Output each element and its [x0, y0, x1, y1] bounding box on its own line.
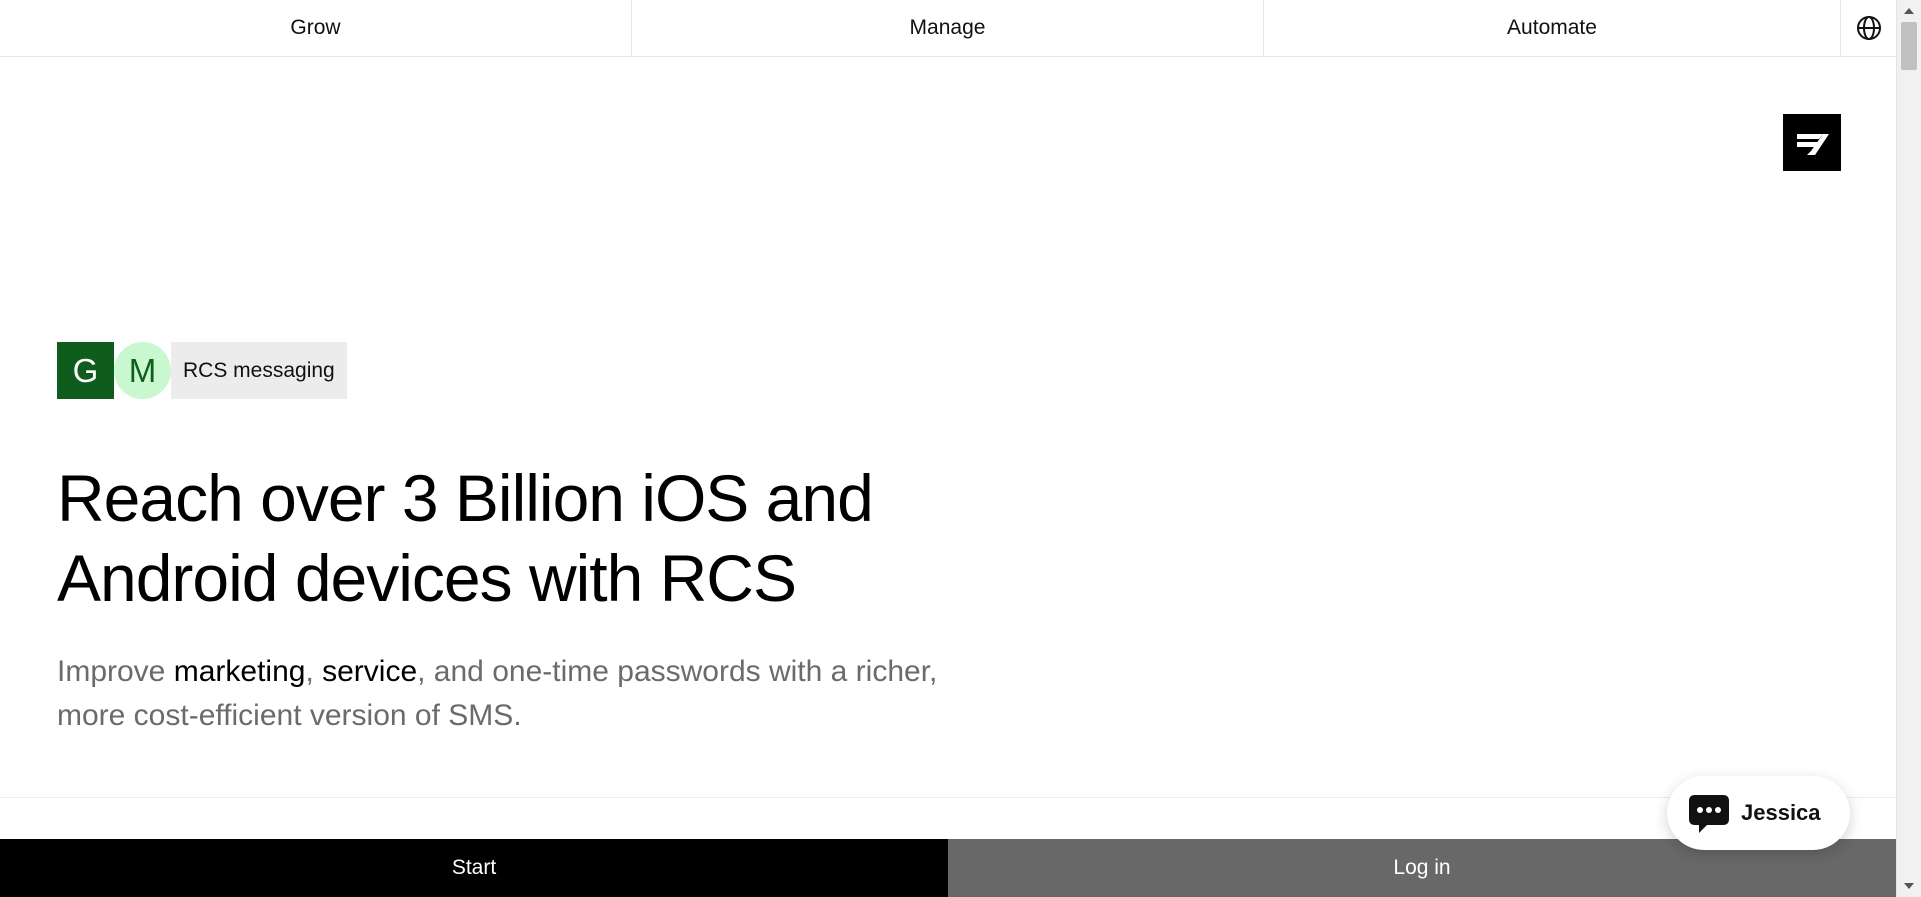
- nav-item-manage[interactable]: Manage: [632, 0, 1264, 56]
- subtitle-line2: more cost-efficient version of SMS.: [57, 699, 522, 732]
- subtitle-part1: Improve: [57, 655, 174, 688]
- brand-logo[interactable]: [1783, 114, 1841, 171]
- chat-widget-button[interactable]: Jessica: [1667, 776, 1850, 850]
- globe-icon: [1856, 16, 1881, 40]
- subtitle-part3: , and one-time passwords with a richer,: [417, 655, 938, 688]
- product-badges: G M RCS messaging: [57, 342, 347, 399]
- subtitle-part2: ,: [305, 655, 323, 688]
- chat-bubble-icon: [1689, 795, 1729, 833]
- subtitle-service: service: [322, 655, 418, 688]
- section-divider: [0, 797, 1896, 798]
- hero-subtitle: Improve marketing, service, and one-time…: [57, 650, 1057, 738]
- page: Grow Manage Automate G M RCS messaging R…: [0, 0, 1921, 897]
- hero-title: Reach over 3 Billion iOS and Android dev…: [57, 458, 1017, 618]
- hero-title-line1: Reach over 3 Billion iOS and: [57, 461, 874, 535]
- scrollbar-thumb[interactable]: [1901, 22, 1917, 70]
- google-badge: G: [57, 342, 114, 399]
- page-scrollbar[interactable]: [1896, 0, 1921, 897]
- top-navigation: Grow Manage Automate: [0, 0, 1896, 57]
- nav-item-grow[interactable]: Grow: [0, 0, 632, 56]
- subtitle-marketing: marketing: [173, 655, 306, 688]
- rcs-messaging-label: RCS messaging: [171, 342, 347, 399]
- scroll-down-arrow-icon[interactable]: [1904, 883, 1914, 889]
- start-button[interactable]: Start: [0, 839, 948, 897]
- scroll-up-arrow-icon[interactable]: [1904, 8, 1914, 14]
- language-button[interactable]: [1841, 0, 1896, 56]
- chat-agent-name: Jessica: [1741, 800, 1821, 825]
- nav-item-automate[interactable]: Automate: [1264, 0, 1841, 56]
- messages-badge: M: [114, 342, 171, 399]
- hero-title-line2: Android devices with RCS: [57, 541, 797, 615]
- brand-logo-icon: [1797, 133, 1829, 155]
